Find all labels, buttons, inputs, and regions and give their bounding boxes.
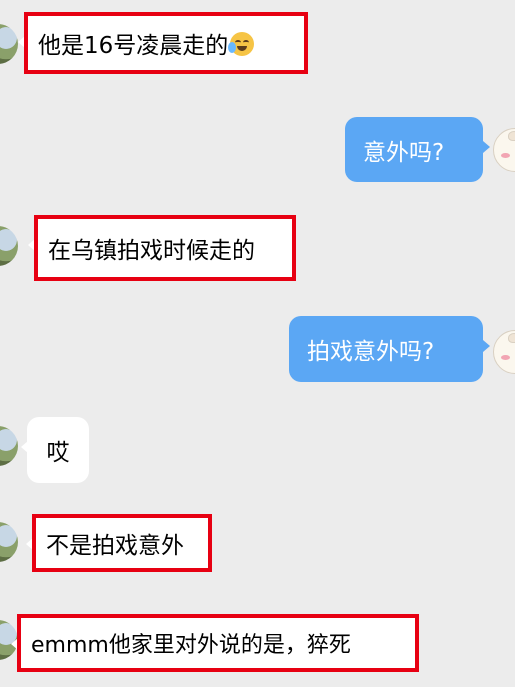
message-text: 拍戏意外吗? [307,339,435,365]
message-bubble: 意外吗? [345,117,490,182]
message-bubble: 在乌镇拍戏时候走的 [28,215,296,281]
other-user-avatar[interactable] [0,522,18,562]
message-text: 他是16号凌晨走的 [38,33,229,59]
bear-ear-icon [508,333,515,343]
bear-ear-icon [508,131,515,141]
other-user-avatar[interactable] [0,226,18,266]
other-user-avatar[interactable] [0,24,18,64]
message-text: emmm他家里对外说的是，猝死 [31,633,351,658]
other-user-avatar[interactable] [0,426,18,466]
message-bubble: 不是拍戏意外 [26,514,212,572]
self-avatar[interactable] [493,128,515,172]
message-bubble: emmm他家里对外说的是，猝死 [11,614,419,672]
crying-laughing-face-icon [228,32,255,56]
message-bubble: 哎 [21,417,89,483]
message-text: 在乌镇拍戏时候走的 [48,238,255,264]
message-text: 意外吗? [363,139,445,166]
bear-cheek-icon [501,355,510,360]
message-text: 不是拍戏意外 [46,533,184,559]
self-avatar[interactable] [493,330,515,374]
message-bubble: 拍戏意外吗? [289,316,490,382]
message-text: 哎 [46,440,70,466]
message-bubble: 他是16号凌晨走的 [18,12,308,74]
bear-cheek-icon [501,153,510,158]
